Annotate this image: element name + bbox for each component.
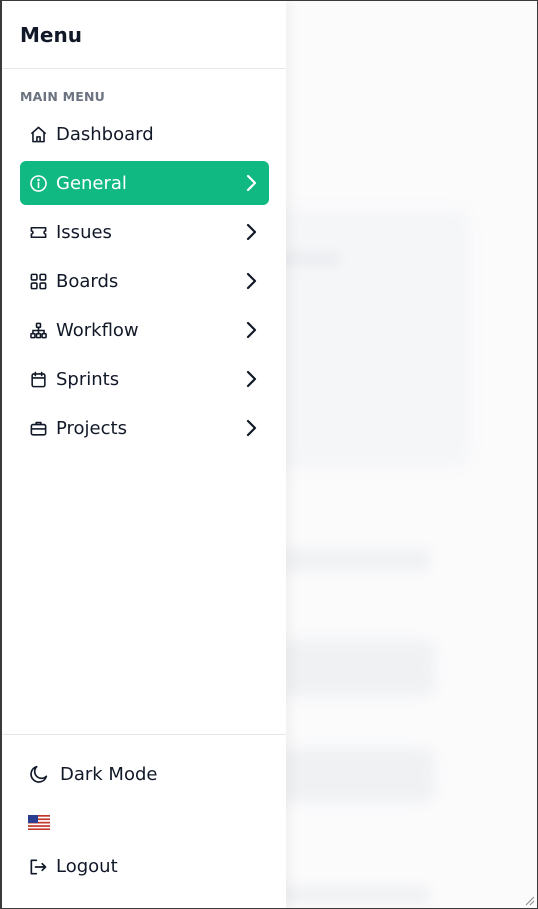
blurred-text <box>280 252 340 266</box>
ticket-icon <box>28 222 48 242</box>
chevron-right-icon <box>243 418 259 438</box>
main-menu: Dashboard General Issues Boards Workflow… <box>20 112 269 455</box>
menu-item-label: Sprints <box>56 368 120 390</box>
chevron-right-icon <box>243 173 259 193</box>
blurred-card <box>270 210 470 468</box>
home-icon <box>28 124 48 144</box>
language-selector[interactable] <box>28 815 50 834</box>
chevron-right-icon <box>243 369 259 389</box>
grid-icon <box>28 271 48 291</box>
logout-button[interactable]: Logout <box>28 856 118 877</box>
resize-grip-icon[interactable] <box>523 894 535 906</box>
menu-item-label: Workflow <box>56 319 139 341</box>
briefcase-icon <box>28 418 48 438</box>
menu-item-boards[interactable]: Boards <box>20 259 269 303</box>
menu-item-general[interactable]: General <box>20 161 269 205</box>
hierarchy-icon <box>28 320 48 340</box>
menu-item-label: Projects <box>56 417 127 439</box>
menu-item-projects[interactable]: Projects <box>20 406 269 450</box>
menu-item-workflow[interactable]: Workflow <box>20 308 269 352</box>
dark-mode-label: Dark Mode <box>60 763 158 785</box>
logout-label: Logout <box>56 856 118 877</box>
logout-icon <box>28 857 48 877</box>
blurred-field <box>280 748 435 802</box>
menu-item-issues[interactable]: Issues <box>20 210 269 254</box>
us-flag-icon <box>28 815 50 834</box>
menu-item-label: Dashboard <box>56 123 154 145</box>
menu-item-label: Issues <box>56 221 112 243</box>
drawer-header: Menu <box>2 1 286 69</box>
chevron-right-icon <box>243 271 259 291</box>
menu-item-label: Boards <box>56 270 119 292</box>
drawer-footer: Dark Mode Logout <box>2 734 286 877</box>
moon-icon <box>28 763 50 785</box>
blurred-text <box>280 885 430 905</box>
menu-item-label: General <box>56 172 127 194</box>
chevron-right-icon <box>243 320 259 340</box>
menu-item-sprints[interactable]: Sprints <box>20 357 269 401</box>
drawer-title: Menu <box>20 22 82 47</box>
dark-mode-toggle[interactable]: Dark Mode <box>28 763 157 785</box>
info-circle-icon <box>28 173 48 193</box>
calendar-icon <box>28 369 48 389</box>
side-drawer: Menu MAIN MENU Dashboard General Issues <box>2 1 286 908</box>
blurred-field <box>280 640 435 696</box>
chevron-right-icon <box>243 222 259 242</box>
blurred-text <box>280 548 430 572</box>
section-label: MAIN MENU <box>20 89 105 104</box>
menu-item-dashboard[interactable]: Dashboard <box>20 112 269 156</box>
